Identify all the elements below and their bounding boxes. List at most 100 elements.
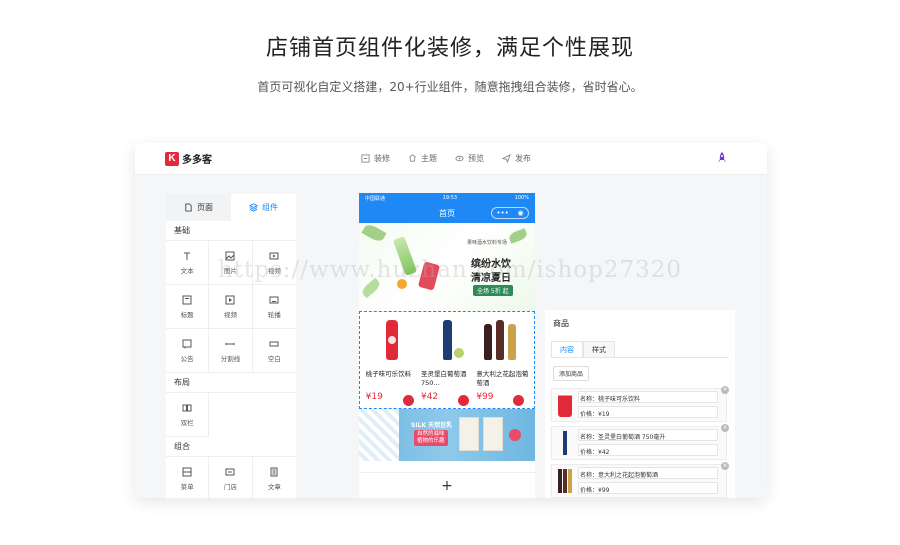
component-video-b-label: 视频 xyxy=(223,310,237,319)
component-article[interactable]: 文章 xyxy=(253,457,296,498)
goods-setting-name: 名称：意大利之花起泡葡萄酒 xyxy=(580,472,659,479)
nav-publish[interactable]: 发布 xyxy=(502,153,531,164)
component-store-label: 门店 xyxy=(223,482,237,491)
banner-small-text: 果味酒水饮料专场 xyxy=(467,240,508,246)
silk-tag-line-1: 自然的滋味 xyxy=(417,431,445,437)
blank-icon xyxy=(269,341,279,346)
component-title[interactable]: 标题 xyxy=(166,285,210,329)
article-icon xyxy=(270,467,278,476)
phone-status-bar: 中国联通 19:53 100% xyxy=(359,193,535,203)
brand-logo[interactable]: K 多多客 xyxy=(165,151,212,166)
goods-image xyxy=(421,318,473,362)
carrier-text: 中国联通 xyxy=(365,195,386,202)
component-store[interactable]: 门店 xyxy=(209,457,253,498)
component-video-a[interactable]: 视频 xyxy=(252,241,296,285)
tab-page-label: 页面 xyxy=(197,203,213,212)
silk-banner[interactable]: SILK 天然豆乳 自然的滋味 植物的乐趣 xyxy=(359,409,535,461)
top-nav: 装修 主题 预览 发布 xyxy=(361,153,531,164)
component-title-label: 标题 xyxy=(180,310,194,319)
tab-page[interactable]: 页面 xyxy=(166,194,231,221)
milk-carton-image xyxy=(459,417,479,451)
phone-preview: 中国联通 19:53 100% 首页 ••• ◉ 果味酒水饮料专场 缤纷水饮 清… xyxy=(359,193,535,498)
remove-icon[interactable]: × xyxy=(721,386,729,394)
menu-icon xyxy=(182,467,192,476)
add-component-button[interactable]: + xyxy=(359,472,535,498)
logo-text: 多多客 xyxy=(182,155,212,166)
banner-headline-1: 缤纷水饮 xyxy=(471,259,511,270)
goods-setting-item[interactable]: 名称：圣灵堡白葡萄酒 750毫升 价格：¥42 × xyxy=(551,424,729,460)
nav-decorate[interactable]: 装修 xyxy=(361,153,390,164)
cart-icon[interactable] xyxy=(402,395,414,406)
goods-setting-price: 价格：¥42 xyxy=(580,449,610,456)
component-notice[interactable]: 公告 xyxy=(166,329,210,373)
tab-content[interactable]: 内容 xyxy=(551,341,583,358)
play-icon xyxy=(225,295,235,304)
goods-name: 圣灵堡白葡萄酒 750... xyxy=(420,370,467,387)
section-combo-title: 组合 xyxy=(166,437,296,457)
goods-name: 意大利之花起泡葡萄酒 xyxy=(476,370,529,387)
settings-panel-title: 商品 xyxy=(553,319,569,328)
component-notice-label: 公告 xyxy=(180,354,194,363)
goods-setting-item[interactable]: 名称：意大利之花起泡葡萄酒 价格：¥99 × xyxy=(551,462,729,498)
rocket-icon[interactable] xyxy=(715,151,729,165)
mini-program-capsule[interactable]: ••• ◉ xyxy=(491,207,529,219)
fruit-image xyxy=(397,279,407,289)
goods-item[interactable]: 意大利之花起泡葡萄酒 ¥99 xyxy=(476,318,528,408)
cart-icon[interactable] xyxy=(457,395,469,406)
leaf-icon xyxy=(507,228,529,244)
text-icon xyxy=(184,252,191,260)
component-two-column-label: 双栏 xyxy=(180,418,194,427)
component-divider[interactable]: 分割线 xyxy=(209,329,253,373)
settings-tabs: 内容 样式 xyxy=(551,341,615,358)
tab-components-label: 组件 xyxy=(262,203,278,212)
promo-banner[interactable]: 果味酒水饮料专场 缤纷水饮 清凉夏日 全场 5折 起 xyxy=(359,223,535,311)
goods-thumbnail xyxy=(558,431,572,455)
tab-style[interactable]: 样式 xyxy=(583,341,615,358)
cart-icon[interactable] xyxy=(513,395,525,406)
component-video-a-label: 视频 xyxy=(267,266,281,275)
section-layout-title: 布局 xyxy=(166,373,296,393)
goods-settings-panel: 商品 内容 样式 添加商品 名称：桃子味可乐饮料 价格：¥19 × 名称：圣灵堡… xyxy=(545,310,735,498)
goods-setting-item[interactable]: 名称：桃子味可乐饮料 价格：¥19 × xyxy=(551,386,729,422)
goods-component-selected[interactable]: 桃子味可乐饮料 ¥19 圣灵堡白葡萄酒 750... ¥42 意大利之花起泡葡萄… xyxy=(359,311,535,409)
goods-setting-price: 价格：¥99 xyxy=(580,487,610,494)
component-blank[interactable]: 空白 xyxy=(252,329,296,373)
editor-topbar: K 多多客 装修 主题 预览 发布 xyxy=(135,143,767,175)
component-two-column[interactable]: 双栏 xyxy=(166,393,210,437)
goods-item[interactable]: 桃子味可乐饮料 ¥19 xyxy=(366,318,418,408)
nav-preview[interactable]: 预览 xyxy=(455,153,484,164)
remove-icon[interactable]: × xyxy=(721,462,729,470)
editor-window: K 多多客 装修 主题 预览 发布 页面 组件 基础 文本 图片 视频 标题 视… xyxy=(135,143,767,498)
remove-icon[interactable]: × xyxy=(721,424,729,432)
component-menu-label: 菜单 xyxy=(180,482,194,491)
send-icon xyxy=(502,154,511,163)
banner-headline-2: 清凉夏日 xyxy=(471,273,511,284)
component-video-b[interactable]: 视频 xyxy=(209,285,253,329)
component-text[interactable]: 文本 xyxy=(166,241,210,285)
more-icon[interactable]: ••• xyxy=(496,208,508,218)
component-carousel[interactable]: 轮播 xyxy=(252,285,296,329)
silk-tag-line-2: 植物的乐趣 xyxy=(417,438,445,444)
goods-item[interactable]: 圣灵堡白葡萄酒 750... ¥42 xyxy=(421,318,473,408)
add-goods-button[interactable]: 添加商品 xyxy=(553,366,590,381)
nav-preview-label: 预览 xyxy=(468,154,484,163)
tab-components[interactable]: 组件 xyxy=(231,194,296,221)
phone-title-bar: 首页 ••• ◉ xyxy=(359,203,535,223)
close-target-icon[interactable]: ◉ xyxy=(518,208,524,218)
battery-text: 100% xyxy=(514,195,529,201)
component-image[interactable]: 图片 xyxy=(209,241,253,285)
image-icon xyxy=(225,251,235,260)
nav-theme[interactable]: 主题 xyxy=(408,153,437,164)
leaf-icon xyxy=(361,223,387,244)
title-icon xyxy=(182,295,192,304)
page-root: 店铺首页组件化装修，满足个性展现 首页可视化自定义搭建，20+行业组件，随意拖拽… xyxy=(0,0,900,545)
component-article-label: 文章 xyxy=(267,482,281,491)
milk-carton-image xyxy=(483,417,503,451)
decorate-icon xyxy=(361,154,370,163)
silk-tag: 自然的滋味 植物的乐趣 xyxy=(414,430,448,446)
goods-name: 桃子味可乐饮料 xyxy=(365,370,412,378)
eye-icon xyxy=(455,155,464,162)
leaf-icon xyxy=(360,277,382,299)
goods-image xyxy=(476,318,528,362)
component-menu[interactable]: 菜单 xyxy=(166,457,210,498)
